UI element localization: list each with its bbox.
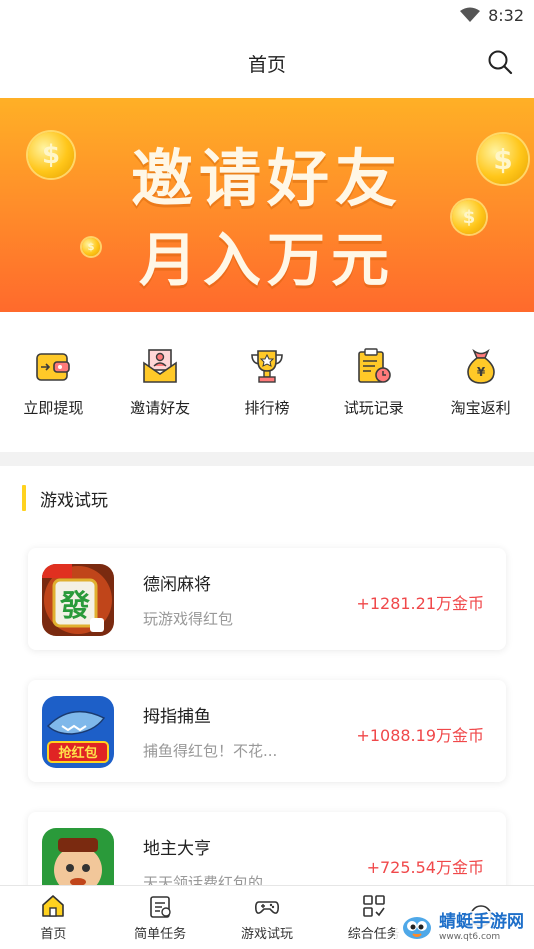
game-name: 地主大亨 [143, 839, 211, 859]
quick-action-label: 邀请好友 [130, 398, 191, 417]
section-accent-bar [22, 485, 26, 511]
game-desc: 玩游戏得红包 [143, 610, 234, 628]
tab-label: 游戏试玩 [240, 927, 293, 942]
home-icon [42, 895, 65, 917]
invite-envelope-icon [143, 348, 177, 383]
money-bag-icon: ¥ [466, 348, 495, 384]
banner-subheadline: 月入万元 [138, 226, 395, 294]
game-reward: +1281.21万金币 [356, 594, 484, 613]
mahjong-game-icon: 發 [42, 564, 114, 636]
quick-action-invite[interactable]: 邀请好友 [110, 347, 210, 418]
tab-game-trial[interactable]: 游戏试玩 [217, 893, 317, 942]
watermark-url: www.qt6.com [439, 932, 501, 942]
quick-action-label: 排行榜 [244, 398, 290, 417]
grid-icon [362, 895, 385, 917]
wallet-icon [36, 352, 71, 381]
game-desc: 捕鱼得红包！不花... [143, 742, 278, 760]
quick-action-label: 淘宝返利 [450, 398, 511, 417]
tab-label: 首页 [40, 927, 67, 942]
watermark-title: 蜻蜓手游网 [439, 912, 524, 932]
gamepad-icon [254, 901, 279, 914]
section-title: 游戏试玩 [40, 490, 108, 511]
svg-text:¥: ¥ [476, 365, 485, 379]
svg-text:抢红包: 抢红包 [58, 745, 97, 761]
quick-action-label: 试玩记录 [343, 398, 404, 417]
banner-headline: 邀请好友 [130, 142, 403, 215]
dragonfly-logo-icon [403, 917, 431, 939]
record-clipboard-icon [357, 347, 391, 383]
fishing-game-icon: 抢红包 [42, 696, 114, 768]
section-divider [0, 452, 534, 466]
game-name: 拇指捕鱼 [143, 707, 211, 727]
top-header: 首页 [0, 30, 534, 96]
game-name: 德闲麻将 [143, 575, 211, 595]
status-bar: 8:32 [0, 0, 534, 30]
svg-text:發: 發 [59, 589, 90, 624]
quick-action-trial-record[interactable]: 试玩记录 [324, 347, 424, 418]
game-reward: +725.54万金币 [366, 858, 484, 877]
game-card[interactable]: 抢红包 拇指捕鱼 捕鱼得红包！不花... +1088.19万金币 [28, 680, 506, 782]
quick-action-ranking[interactable]: 排行榜 [217, 347, 317, 418]
search-icon[interactable] [486, 48, 514, 76]
tab-label: 简单任务 [134, 927, 187, 942]
game-card[interactable]: 發 德闲麻将 玩游戏得红包 +1281.21万金币 [28, 548, 506, 650]
task-icon [150, 896, 171, 918]
watermark: 蜻蜓手游网 www.qt6.com [395, 911, 528, 945]
tab-simple-tasks[interactable]: 简单任务 [110, 893, 210, 942]
trophy-icon [251, 349, 283, 383]
quick-actions: 立即提现 邀请好友 排行榜 试玩记录 ¥ 淘宝返利 [0, 312, 534, 452]
status-time: 8:32 [488, 5, 524, 25]
quick-action-withdraw[interactable]: 立即提现 [3, 347, 103, 418]
quick-action-label: 立即提现 [23, 398, 84, 417]
wifi-icon [460, 7, 481, 22]
section-header: 游戏试玩 [22, 484, 108, 512]
game-reward: +1088.19万金币 [356, 726, 484, 745]
invite-banner[interactable]: $ $ $ $ 邀请好友 月入万元 [0, 98, 534, 312]
page-title: 首页 [247, 53, 286, 76]
tab-label: 综合任务 [347, 927, 400, 942]
tab-home[interactable]: 首页 [3, 893, 103, 942]
quick-action-taobao-rebate[interactable]: ¥ 淘宝返利 [431, 347, 531, 418]
